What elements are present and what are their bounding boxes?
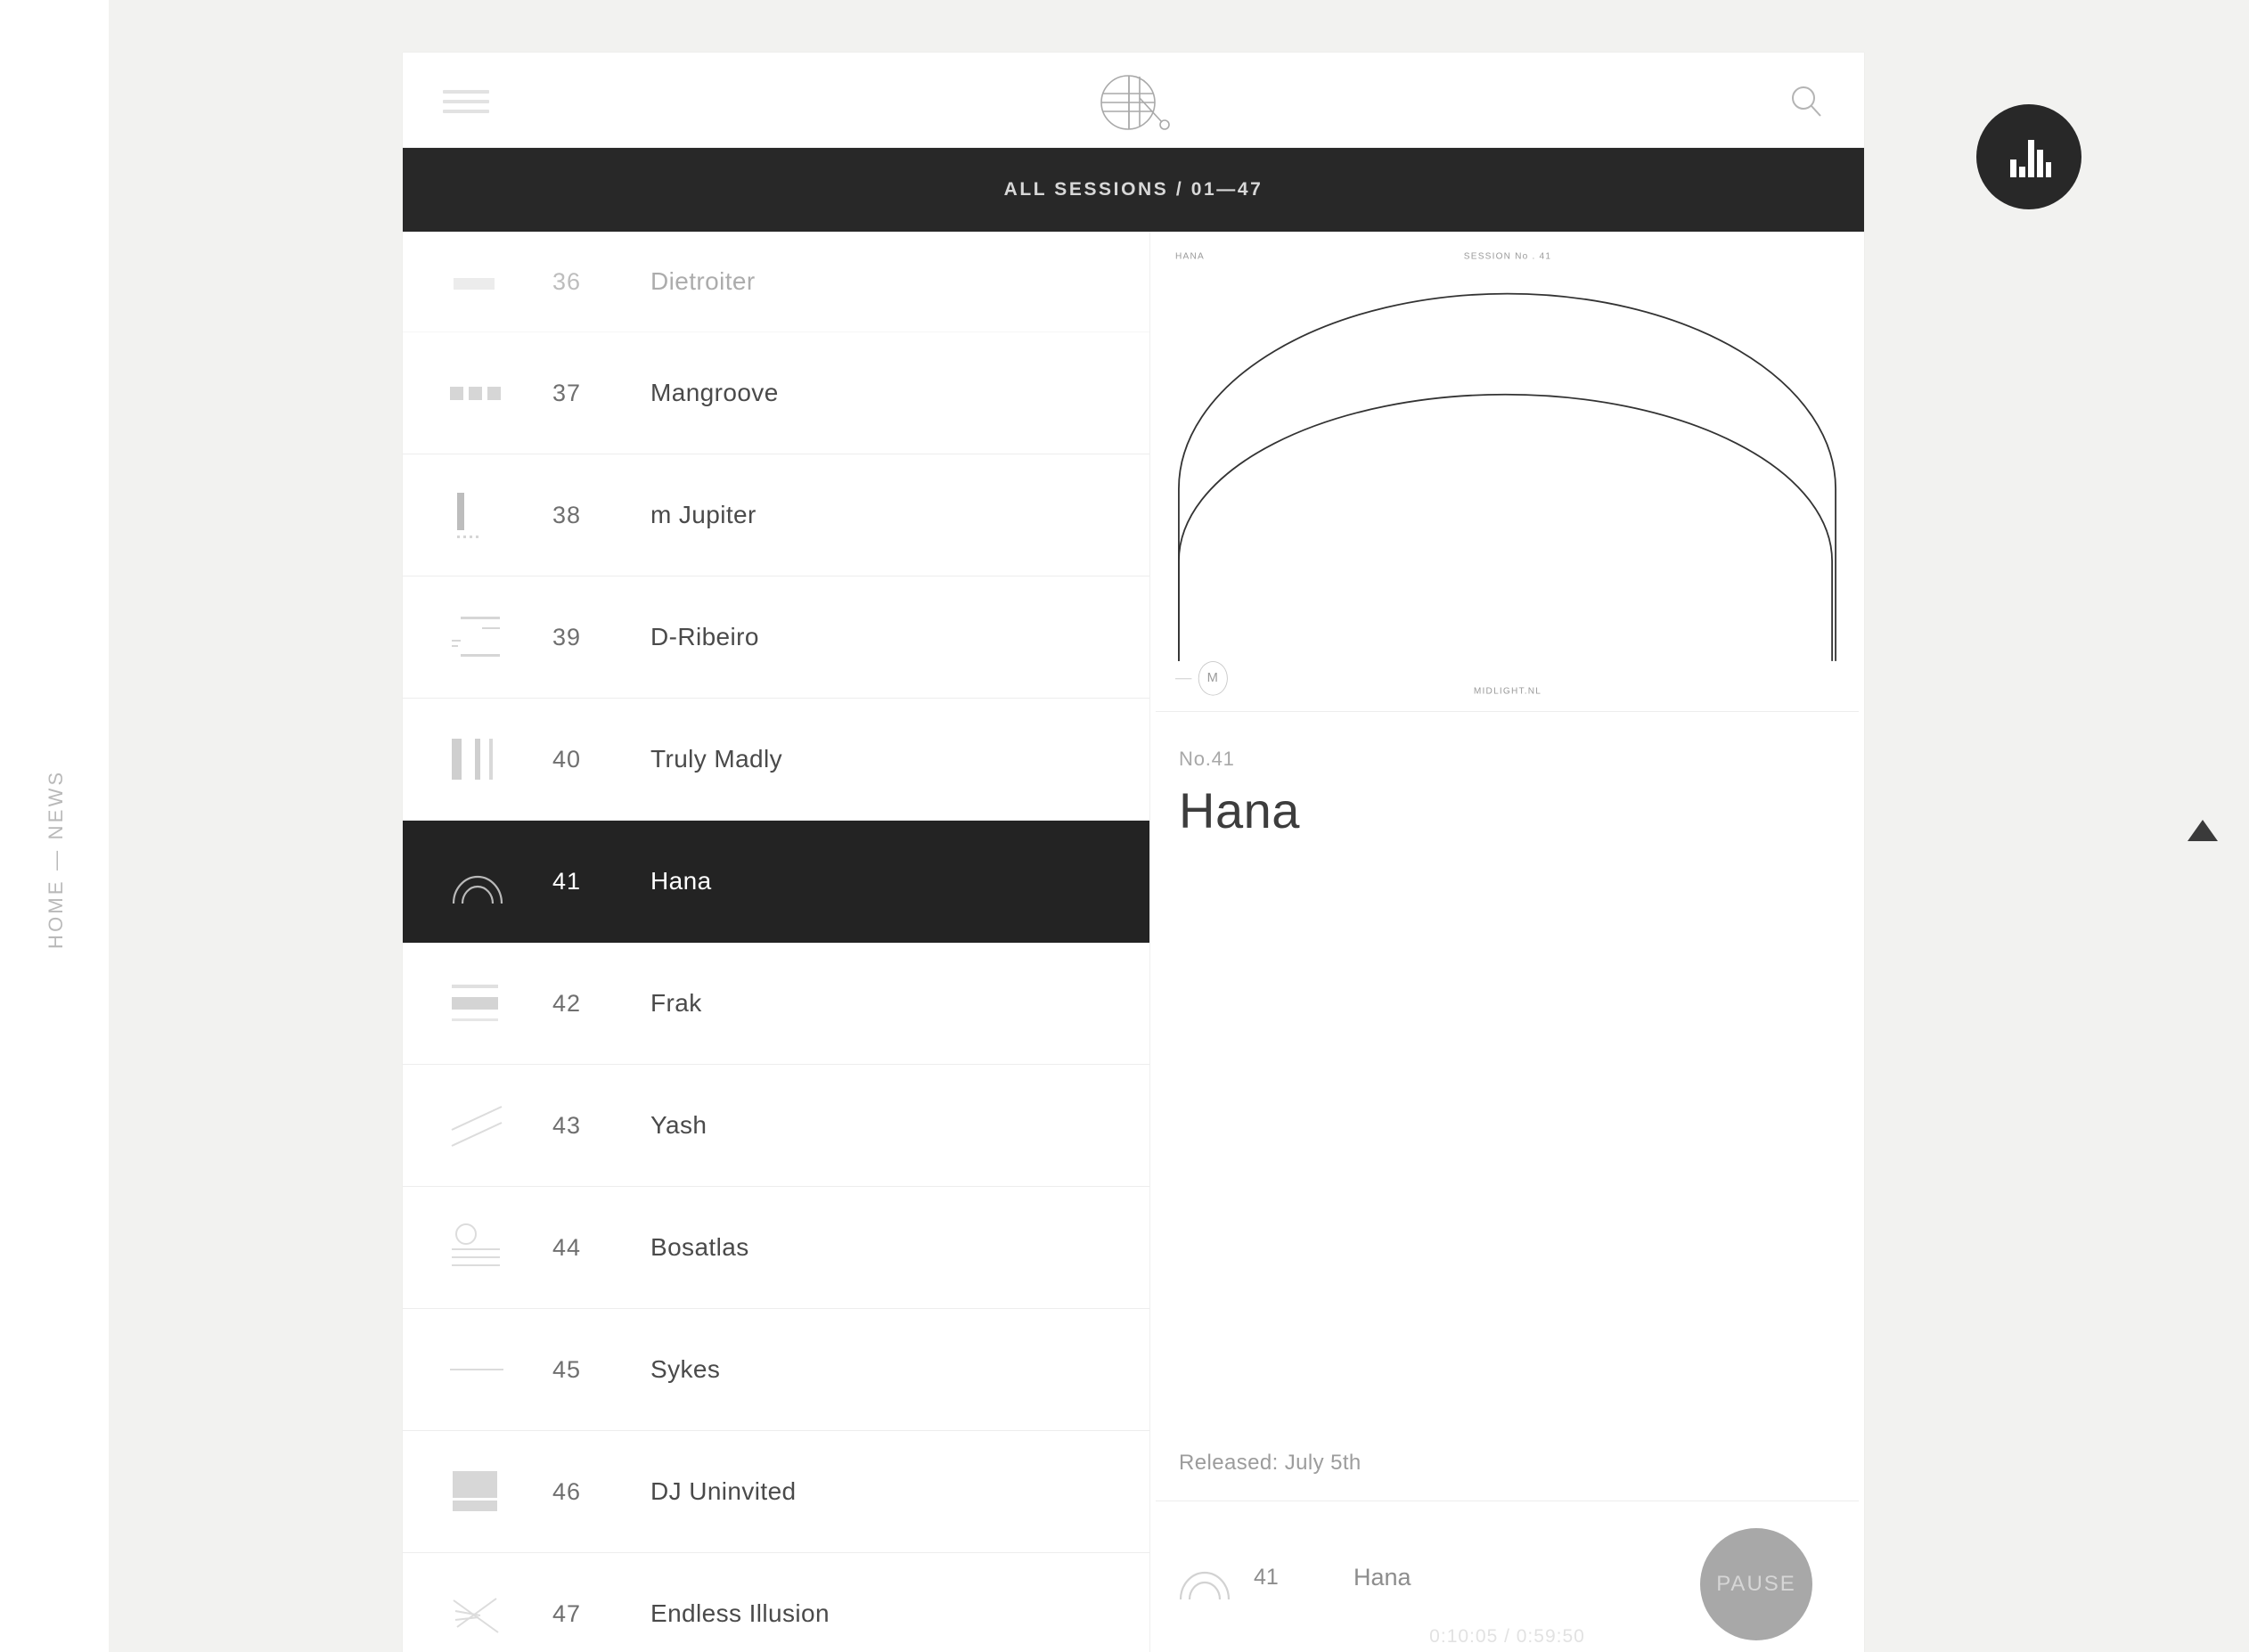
player-bar: 41 Hana PAUSE 0:10:05 / 0:59:50: [1156, 1501, 1859, 1652]
session-number: 45: [552, 1355, 582, 1383]
player-track-title: Hana: [1353, 1563, 1411, 1591]
session-row-47[interactable]: 47 Endless Illusion: [403, 1553, 1149, 1652]
session-row-40[interactable]: 40 Truly Madly: [403, 699, 1149, 821]
diagonal-lines-glyph: [403, 1065, 552, 1186]
tall-bar-dots-glyph: [403, 454, 552, 576]
session-artwork: HANA SESSION No . 41 M MIDLIGHT.NL: [1156, 237, 1859, 712]
session-title: Frak: [650, 989, 702, 1017]
single-line-glyph: [403, 1309, 552, 1430]
double-arch-glyph: [403, 821, 552, 942]
artwork-arcs: [1172, 262, 1843, 670]
session-number: 40: [552, 745, 582, 773]
rail-nav-home-news[interactable]: HOME — NEWS: [45, 770, 68, 949]
banner-title: ALL SESSIONS / 01—47: [1003, 179, 1264, 200]
session-title: Endless Illusion: [650, 1599, 830, 1627]
session-row-43[interactable]: 43 Yash: [403, 1065, 1149, 1187]
vertical-bars-glyph: [403, 699, 552, 820]
solid-bar-glyph: [403, 232, 552, 331]
block-bar-glyph: [403, 1431, 552, 1552]
hamburger-menu-icon[interactable]: [443, 90, 489, 113]
session-title: Bosatlas: [650, 1233, 749, 1261]
session-release-date: Released: July 5th: [1179, 1451, 1362, 1475]
session-row-37[interactable]: 37 Mangroove: [403, 332, 1149, 454]
session-row-44[interactable]: 44 Bosatlas: [403, 1187, 1149, 1309]
session-title: D-Ribeiro: [650, 623, 759, 650]
double-arch-glyph: [1156, 1551, 1254, 1603]
session-number: 43: [552, 1111, 582, 1139]
session-number: 44: [552, 1233, 582, 1261]
session-row-46[interactable]: 46 DJ Uninvited: [403, 1431, 1149, 1553]
session-number-label: No.41: [1179, 748, 1235, 770]
session-title: Yash: [650, 1111, 707, 1139]
session-number: 39: [552, 623, 582, 650]
thick-stack-glyph: [403, 943, 552, 1064]
session-number: 36: [552, 267, 582, 295]
session-row-45[interactable]: 45 Sykes: [403, 1309, 1149, 1431]
session-number: 38: [552, 501, 582, 528]
session-meta: No.41 Hana Released: July 5th: [1156, 712, 1859, 1501]
session-row-41[interactable]: 41 Hana: [403, 821, 1149, 943]
app-header: [403, 53, 1864, 148]
triangle-up-icon[interactable]: [2188, 820, 2218, 841]
session-title: Truly Madly: [650, 745, 783, 773]
dash-decor: [1175, 677, 1192, 679]
app-body: 36 Dietroiter 37 Mangroove 38 m Jupiter …: [403, 232, 1864, 1652]
session-list[interactable]: 36 Dietroiter 37 Mangroove 38 m Jupiter …: [403, 232, 1150, 1652]
session-title: Mangroove: [650, 379, 779, 406]
all-sessions-banner: ALL SESSIONS / 01—47: [403, 148, 1864, 232]
session-number: 37: [552, 379, 582, 406]
app-window: ALL SESSIONS / 01—47 36 Dietroiter 37 Ma…: [403, 53, 1864, 1652]
app-root: HOME — NEWS ALL SESSIONS / 01—47 36 Diet…: [0, 0, 2249, 1652]
three-squares-glyph: [403, 332, 552, 454]
session-detail-panel: HANA SESSION No . 41 M MIDLIGHT.NL No.41…: [1150, 232, 1864, 1652]
left-rail: HOME — NEWS: [0, 0, 109, 1652]
record-player-logo-icon: [1091, 67, 1176, 138]
artwork-label-top-left: HANA: [1175, 251, 1205, 262]
pause-button[interactable]: PAUSE: [1700, 1528, 1812, 1640]
search-icon[interactable]: [1786, 81, 1827, 122]
session-number: 41: [552, 867, 582, 895]
equalizer-bars-icon[interactable]: [1976, 104, 2081, 209]
session-title-heading: Hana: [1179, 782, 1300, 838]
session-number: 46: [552, 1477, 582, 1505]
stacked-lines-glyph: [403, 577, 552, 698]
session-row-36[interactable]: 36 Dietroiter: [403, 232, 1149, 332]
session-title: Sykes: [650, 1355, 721, 1383]
session-title: Hana: [650, 867, 712, 895]
session-title: DJ Uninvited: [650, 1477, 797, 1505]
player-timecode: 0:10:05 / 0:59:50: [1429, 1626, 1585, 1647]
session-row-39[interactable]: 39 D-Ribeiro: [403, 577, 1149, 699]
circle-lines-glyph: [403, 1187, 552, 1308]
session-number: 47: [552, 1599, 582, 1627]
session-number: 42: [552, 989, 582, 1017]
session-title: m Jupiter: [650, 501, 756, 528]
m-circle-mark-icon: M: [1198, 661, 1228, 696]
session-row-42[interactable]: 42 Frak: [403, 943, 1149, 1065]
artwork-mark-bottom-left: M: [1175, 661, 1228, 696]
artwork-label-bottom-right: MIDLIGHT.NL: [1473, 686, 1542, 697]
player-track-number: 41: [1254, 1564, 1279, 1590]
artwork-label-top-right: SESSION No . 41: [1463, 251, 1551, 262]
fan-lines-glyph: [403, 1553, 552, 1652]
session-title: Dietroiter: [650, 267, 756, 295]
session-row-38[interactable]: 38 m Jupiter: [403, 454, 1149, 577]
